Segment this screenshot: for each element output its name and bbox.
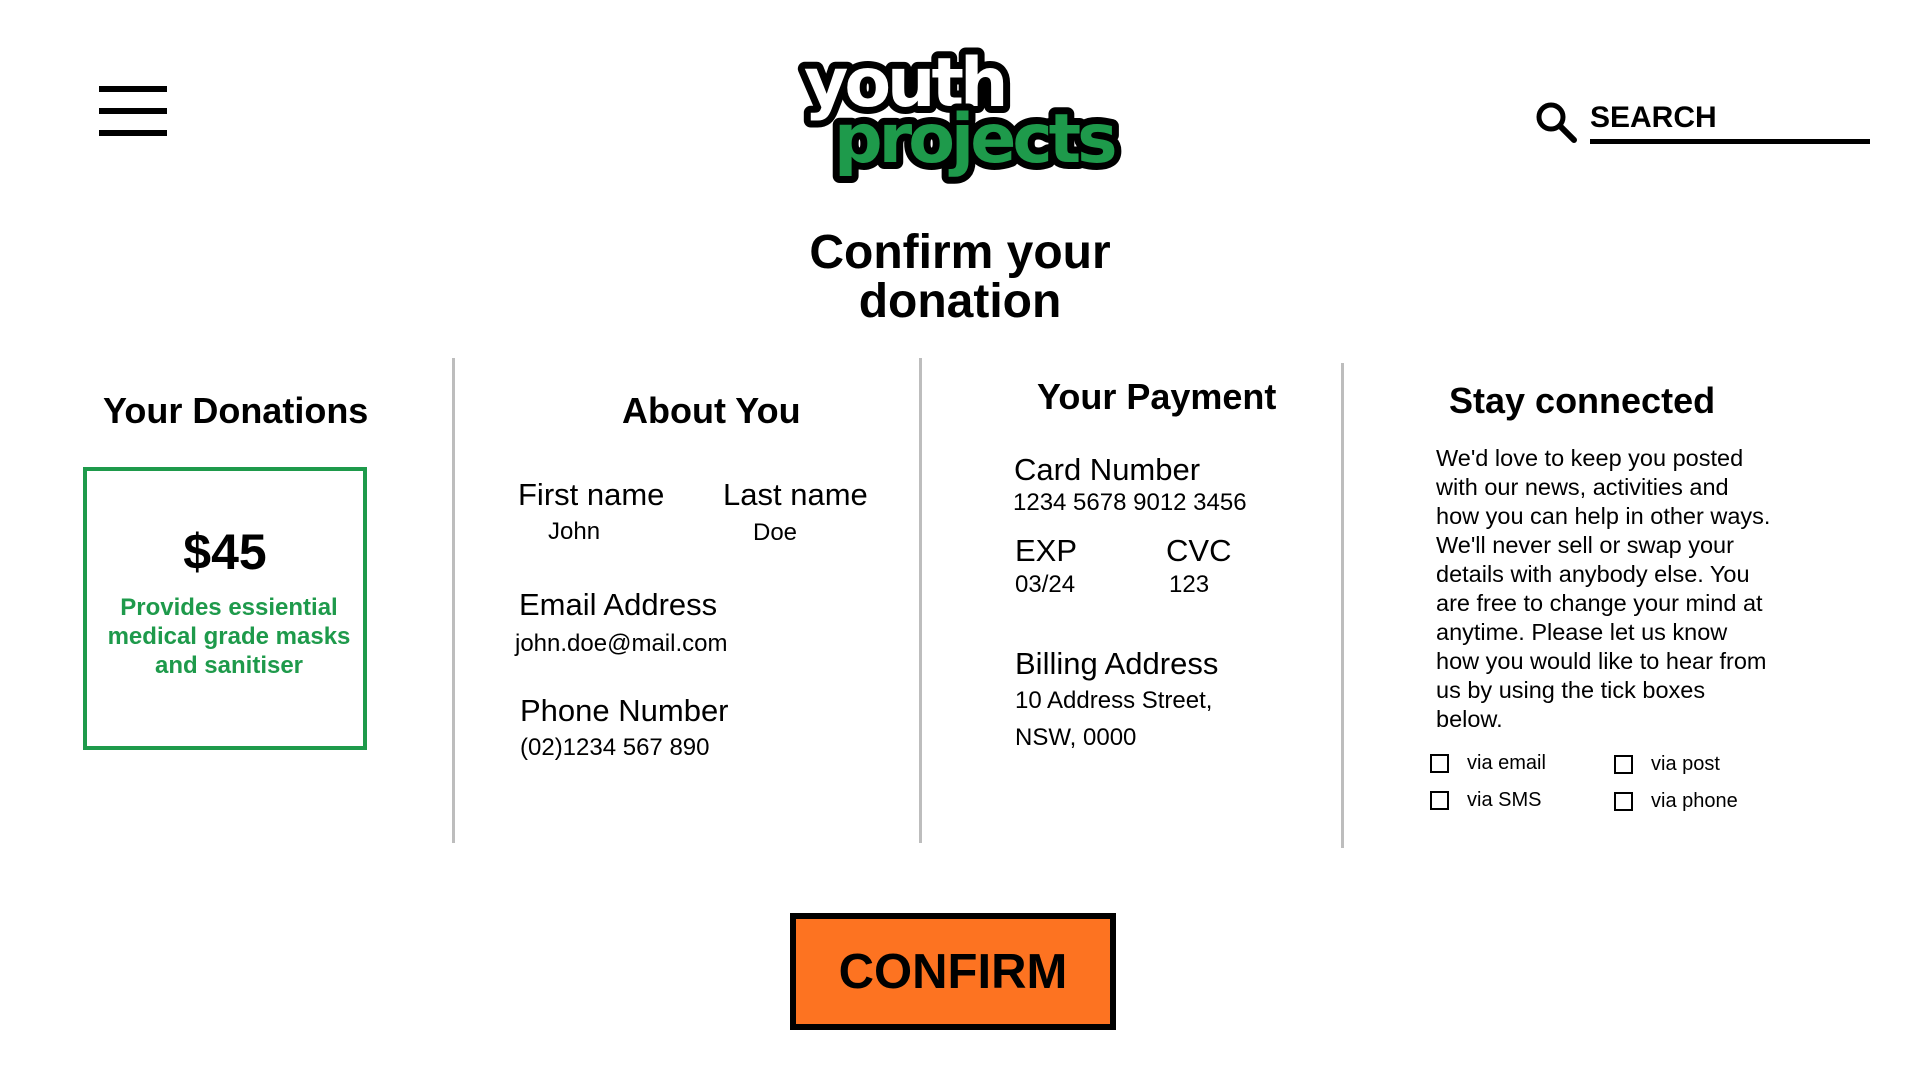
cvc-label: CVC — [1166, 533, 1232, 568]
menu-bar-bottom — [99, 130, 167, 136]
donations-title: Your Donations — [103, 390, 369, 431]
last-name-label: Last name — [723, 477, 868, 512]
email-value: john.doe@mail.com — [515, 630, 728, 657]
cvc-value: 123 — [1169, 571, 1210, 598]
page-title: Confirm your donation — [700, 228, 1220, 326]
column-divider — [452, 358, 455, 843]
connected-description: We'd love to keep you posted with our ne… — [1436, 445, 1771, 732]
optin-email-checkbox[interactable] — [1430, 754, 1449, 773]
optin-phone-label: via phone — [1651, 790, 1738, 812]
last-name-value: Doe — [753, 519, 798, 546]
optin-email-label: via email — [1467, 752, 1546, 774]
logo[interactable]: youth projects — [790, 34, 1140, 184]
optin-phone[interactable]: via phone — [1614, 790, 1738, 813]
about-title: About You — [622, 390, 801, 431]
logo-text-projects: projects — [834, 100, 1115, 179]
billing-address-label: Billing Address — [1015, 646, 1219, 681]
optin-sms[interactable]: via SMS — [1430, 789, 1541, 812]
page-title-line1: Confirm your — [809, 226, 1111, 279]
optin-post-checkbox[interactable] — [1614, 755, 1633, 774]
optin-sms-label: via SMS — [1467, 789, 1542, 811]
column-divider — [1341, 363, 1344, 848]
exp-value: 03/24 — [1015, 571, 1076, 598]
optin-post-label: via post — [1651, 753, 1720, 775]
connected-title: Stay connected — [1449, 380, 1716, 421]
billing-address-line2: NSW, 0000 — [1015, 724, 1137, 751]
search-bar — [1534, 96, 1870, 148]
menu-bar-top — [99, 86, 167, 92]
payment-title: Your Payment — [1037, 376, 1277, 417]
card-number-label: Card Number — [1014, 452, 1201, 487]
phone-value: (02)1234 567 890 — [520, 734, 710, 761]
optin-post[interactable]: via post — [1614, 753, 1720, 776]
card-number-value: 1234 5678 9012 3456 — [1013, 489, 1247, 516]
donation-amount: $45 — [183, 524, 267, 580]
search-input[interactable] — [1590, 96, 1870, 144]
first-name-label: First name — [518, 477, 665, 512]
column-divider — [919, 358, 922, 843]
email-label: Email Address — [519, 587, 718, 622]
menu-bar-middle — [99, 108, 167, 114]
exp-label: EXP — [1015, 533, 1078, 568]
first-name-value: John — [548, 518, 601, 545]
search-icon[interactable] — [1534, 100, 1578, 144]
optin-sms-checkbox[interactable] — [1430, 791, 1449, 810]
confirm-button[interactable]: CONFIRM — [790, 913, 1116, 1030]
donation-description: Provides essiential medical grade masks … — [107, 594, 351, 679]
billing-address-line1: 10 Address Street, — [1015, 687, 1213, 714]
optin-phone-checkbox[interactable] — [1614, 792, 1633, 811]
donation-card[interactable]: $45 Provides essiential medical grade ma… — [83, 467, 367, 750]
phone-label: Phone Number — [520, 693, 729, 728]
hamburger-menu-icon[interactable] — [99, 86, 167, 136]
optin-email[interactable]: via email — [1430, 752, 1546, 775]
page-title-line2: donation — [858, 275, 1062, 328]
